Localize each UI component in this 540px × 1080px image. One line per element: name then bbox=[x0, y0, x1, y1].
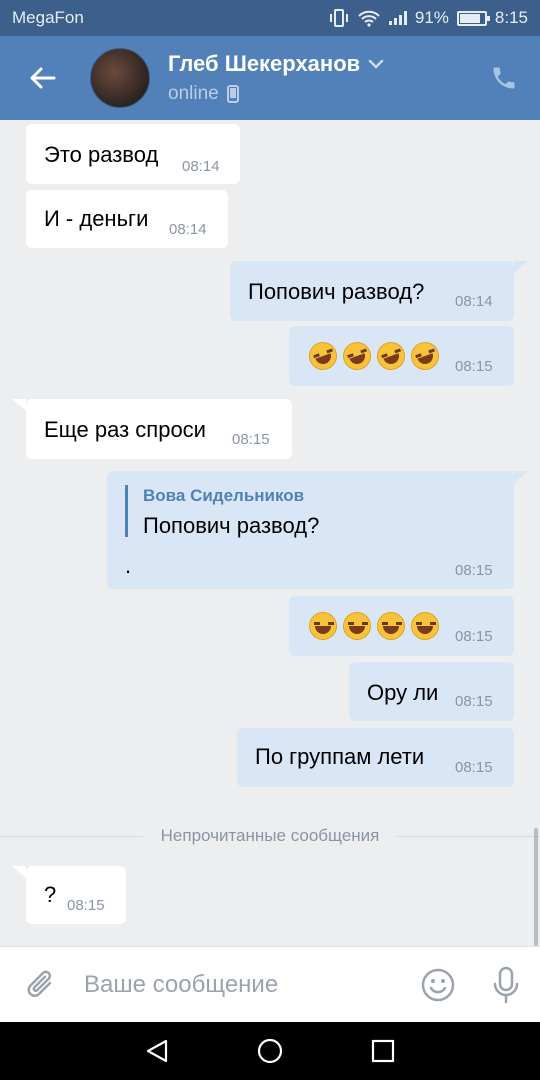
nav-recents-button[interactable] bbox=[353, 1022, 413, 1080]
arrow-left-icon bbox=[30, 67, 56, 89]
message-list[interactable]: Это развод 08:14 И - деньги 08:14 Попови… bbox=[0, 120, 540, 946]
message-text: И - деньги bbox=[44, 206, 149, 231]
square-recents-icon bbox=[372, 1039, 395, 1063]
bubble-tail bbox=[514, 261, 528, 273]
phone-icon bbox=[493, 67, 515, 89]
message-incoming[interactable]: ? 08:15 bbox=[26, 866, 126, 924]
clock: 8:15 bbox=[494, 8, 528, 27]
tears-of-joy-emoji-icon bbox=[309, 612, 337, 641]
composer bbox=[0, 946, 540, 1022]
divider-line bbox=[397, 835, 540, 837]
message-time: 08:15 bbox=[455, 759, 493, 776]
emoji-button[interactable] bbox=[404, 947, 472, 1023]
tears-of-joy-emoji-icon bbox=[377, 612, 405, 641]
back-button[interactable] bbox=[0, 36, 84, 120]
reply-text: Попович развод? bbox=[143, 513, 320, 538]
message-input[interactable] bbox=[84, 970, 404, 999]
status-bar: MegaFon 91% 8:15 bbox=[0, 0, 540, 36]
message-text: ? bbox=[44, 882, 57, 907]
message-time: 08:15 bbox=[455, 693, 493, 710]
message-text: Попович развод? bbox=[248, 279, 425, 304]
battery-icon bbox=[456, 10, 490, 26]
paperclip-icon bbox=[27, 970, 52, 997]
message-incoming[interactable]: И - деньги 08:14 bbox=[26, 190, 228, 248]
message-time: 08:14 bbox=[455, 293, 493, 310]
unread-divider-label: Непрочитанные сообщения bbox=[160, 826, 380, 845]
microphone-icon bbox=[493, 966, 519, 1003]
carrier-label: MegaFon bbox=[12, 8, 84, 27]
divider-line bbox=[0, 835, 143, 837]
message-outgoing[interactable]: Ору ли 08:15 bbox=[349, 662, 514, 721]
tears-of-joy-emoji-icon bbox=[411, 612, 439, 641]
mobile-icon bbox=[226, 85, 239, 103]
message-text: По группам лети bbox=[255, 744, 425, 769]
contact-title[interactable]: Глеб Шекерханов online bbox=[168, 51, 474, 105]
bubble-tail bbox=[514, 471, 528, 483]
voice-message-button[interactable] bbox=[472, 947, 540, 1023]
message-time: 08:15 bbox=[232, 431, 270, 448]
reply-author[interactable]: Вова Сидельников bbox=[143, 486, 304, 506]
rofl-emoji-icon bbox=[339, 338, 375, 375]
signal-icon bbox=[388, 11, 407, 25]
vibrate-icon bbox=[329, 9, 348, 27]
call-button[interactable] bbox=[474, 36, 534, 120]
message-incoming[interactable]: Это развод 08:14 bbox=[26, 124, 240, 184]
message-text: Это развод bbox=[44, 142, 159, 167]
message-outgoing[interactable]: 08:15 bbox=[289, 326, 514, 386]
chevron-down-icon bbox=[368, 59, 384, 69]
message-text: Еще раз спроси bbox=[44, 417, 206, 442]
smiley-icon bbox=[421, 968, 455, 1001]
reply-bar bbox=[125, 485, 128, 537]
triangle-back-icon bbox=[146, 1039, 167, 1063]
chat-header: Глеб Шекерханов online bbox=[0, 36, 540, 120]
attach-button[interactable] bbox=[0, 947, 84, 1023]
circle-home-icon bbox=[257, 1038, 283, 1064]
avatar[interactable] bbox=[90, 48, 150, 108]
message-time: 08:14 bbox=[169, 221, 207, 238]
message-outgoing[interactable]: Попович развод? 08:14 bbox=[230, 261, 514, 321]
message-text: . bbox=[125, 553, 132, 578]
bubble-tail bbox=[12, 866, 26, 878]
message-incoming[interactable]: Еще раз спроси 08:15 bbox=[26, 399, 292, 459]
nav-back-button[interactable] bbox=[127, 1022, 187, 1080]
message-time: 08:15 bbox=[67, 897, 105, 914]
message-outgoing[interactable]: По группам лети 08:15 bbox=[237, 728, 514, 787]
rofl-emoji-icon bbox=[305, 338, 341, 375]
emoji-row bbox=[305, 338, 445, 375]
message-outgoing-reply[interactable]: Вова Сидельников Попович развод? . 08:15 bbox=[107, 471, 514, 589]
message-outgoing[interactable]: 08:15 bbox=[289, 596, 514, 656]
rofl-emoji-icon bbox=[407, 338, 443, 375]
message-time: 08:15 bbox=[455, 628, 493, 645]
message-text: Ору ли bbox=[367, 680, 439, 705]
online-status: online bbox=[168, 83, 219, 104]
contact-name: Глеб Шекерханов bbox=[168, 51, 361, 76]
tears-of-joy-emoji-icon bbox=[343, 612, 371, 641]
scrollbar[interactable] bbox=[534, 828, 538, 946]
wifi-icon bbox=[358, 10, 380, 27]
online-status-row: online bbox=[168, 83, 474, 105]
rofl-emoji-icon bbox=[373, 338, 409, 375]
status-icons: 91% 8:15 bbox=[329, 8, 528, 28]
system-nav-bar bbox=[0, 1022, 540, 1080]
emoji-row bbox=[309, 612, 445, 641]
message-time: 08:14 bbox=[182, 158, 220, 175]
battery-percent: 91% bbox=[414, 8, 449, 27]
message-time: 08:15 bbox=[455, 562, 493, 579]
message-time: 08:15 bbox=[455, 358, 493, 375]
contact-name-row: Глеб Шекерханов bbox=[168, 51, 474, 77]
unread-divider: Непрочитанные сообщения bbox=[0, 824, 540, 848]
bubble-tail bbox=[12, 399, 26, 411]
nav-home-button[interactable] bbox=[240, 1022, 300, 1080]
